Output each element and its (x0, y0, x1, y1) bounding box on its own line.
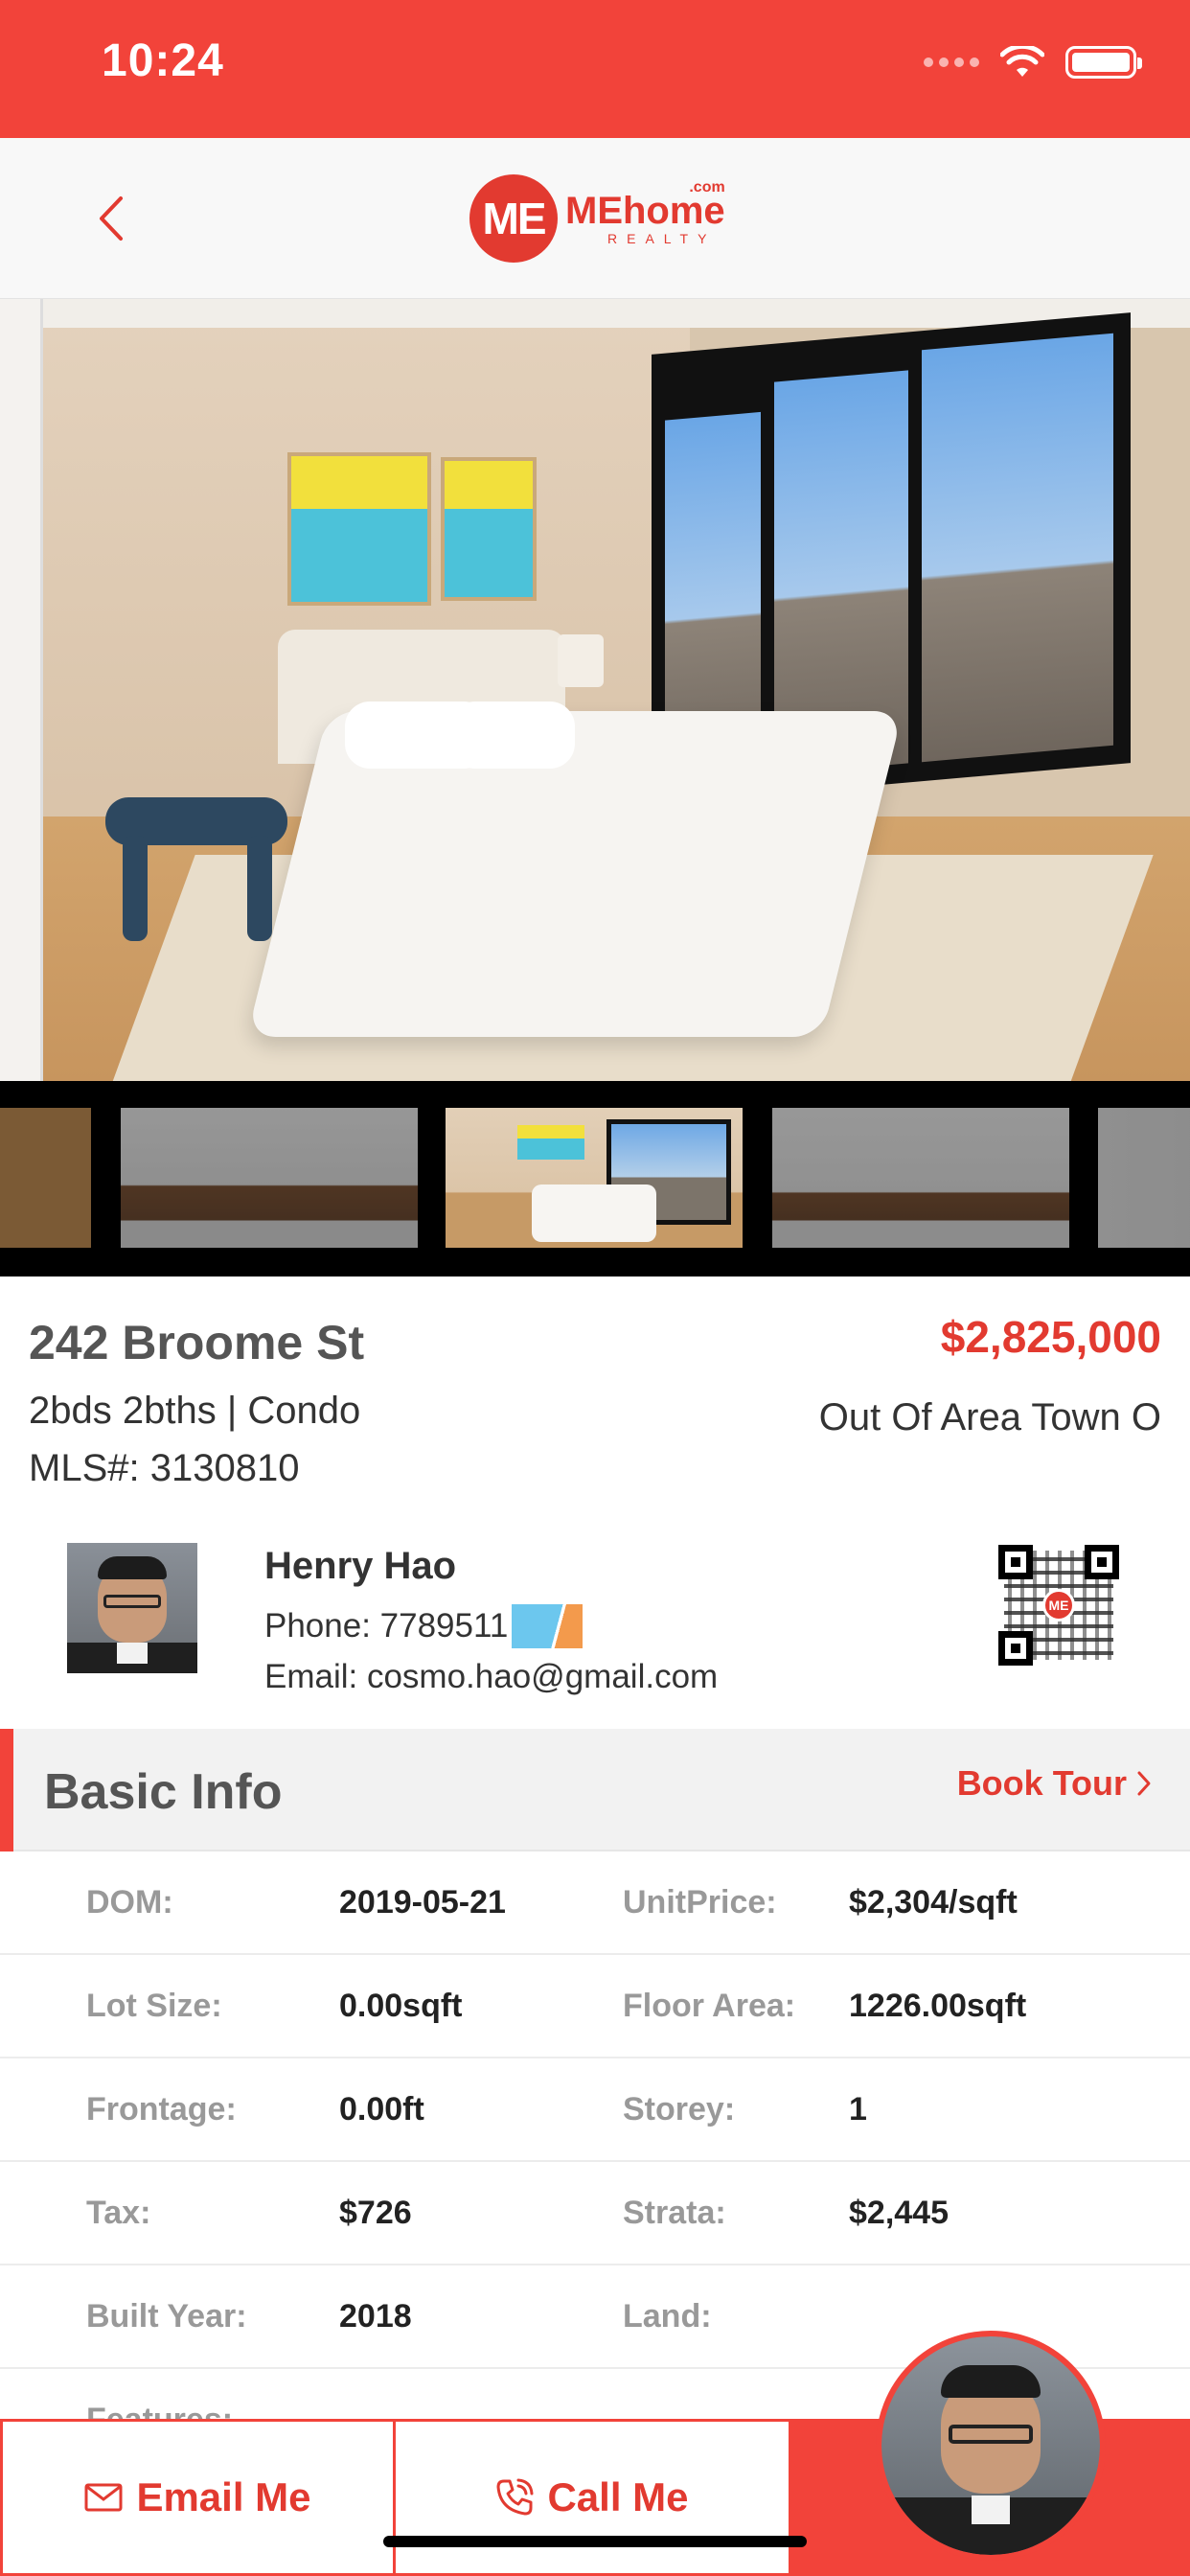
call-me-label: Call Me (547, 2474, 689, 2519)
listing-price: $2,825,000 (940, 1312, 1161, 1362)
info-label: UnitPrice: (623, 1884, 777, 1920)
listing-summary: 242 Broome St $2,825,000 2bds 2bths | Co… (0, 1276, 1190, 1535)
chevron-left-icon (100, 196, 123, 241)
phone-icon (496, 2478, 534, 2516)
logo-mark: ME (469, 174, 558, 263)
section-accent-bar (0, 1729, 13, 1852)
email-me-button[interactable]: Email Me (0, 2419, 396, 2576)
info-label: Land: (623, 2298, 712, 2334)
info-label: Lot Size: (86, 1988, 222, 2024)
agent-card: Henry Hao Phone: 7789511 Email: cosmo.ha… (0, 1535, 1190, 1729)
listing-address: 242 Broome St (29, 1316, 365, 1369)
thumbnail[interactable] (0, 1108, 91, 1248)
redaction-mark (512, 1604, 584, 1648)
status-bar: 10:24 (0, 0, 1190, 138)
agent-phone[interactable]: Phone: 7789511 (264, 1604, 584, 1648)
info-value: 1 (849, 2091, 867, 2128)
book-tour-label: Book Tour (956, 1763, 1127, 1803)
info-value: $2,445 (849, 2195, 949, 2231)
info-label: Floor Area: (623, 1988, 796, 2024)
chevron-right-icon (1137, 1771, 1151, 1796)
photo-thumbnail-strip[interactable] (0, 1081, 1190, 1276)
home-indicator[interactable] (383, 2536, 807, 2547)
agent-phone-text: Phone: 7789511 (264, 1607, 509, 1644)
listing-specs: 2bds 2bths | Condo (29, 1390, 361, 1432)
thumbnail[interactable] (1098, 1108, 1190, 1248)
info-label: Built Year: (86, 2298, 247, 2334)
info-label: Strata: (623, 2195, 726, 2231)
info-label: Tax: (86, 2195, 151, 2231)
info-row: Frontage: 0.00ft Storey: 1 (0, 2058, 1190, 2162)
info-value: $726 (339, 2195, 412, 2231)
logo-name: MEhome .com (565, 179, 725, 232)
thumbnail[interactable] (772, 1108, 1069, 1248)
section-title: Basic Info (44, 1764, 283, 1820)
agent-email[interactable]: Email: cosmo.hao@gmail.com (264, 1658, 718, 1696)
info-label: DOM: (86, 1884, 173, 1920)
email-me-label: Email Me (136, 2474, 311, 2519)
agent-chat-avatar-button[interactable] (876, 2331, 1106, 2561)
logo-subtitle: REALTY (607, 231, 717, 246)
info-row: Tax: $726 Strata: $2,445 (0, 2162, 1190, 2266)
info-label: Frontage: (86, 2091, 237, 2128)
agent-name: Henry Hao (264, 1545, 457, 1587)
info-label: Storey: (623, 2091, 736, 2128)
brand-logo: ME MEhome .com REALTY (469, 174, 725, 263)
qr-logo: ME (1042, 1589, 1075, 1622)
thumbnail-selected[interactable] (446, 1108, 743, 1248)
thumbnail[interactable] (121, 1108, 418, 1248)
info-value: 0.00ft (339, 2091, 424, 2128)
info-row: Lot Size: 0.00sqft Floor Area: 1226.00sq… (0, 1955, 1190, 2058)
status-icons (924, 46, 1142, 79)
info-value: 1226.00sqft (849, 1988, 1027, 2024)
info-value: 2019-05-21 (339, 1884, 506, 1920)
book-tour-link[interactable]: Book Tour (957, 1763, 1152, 1804)
listing-mls: MLS#: 3130810 (29, 1447, 300, 1489)
info-value: 2018 (339, 2298, 412, 2334)
listing-main-photo[interactable] (0, 299, 1190, 1081)
battery-icon (1065, 46, 1142, 79)
basic-info-header: Basic Info Book Tour (0, 1729, 1190, 1852)
info-row: DOM: 2019-05-21 UnitPrice: $2,304/sqft (0, 1852, 1190, 1955)
wifi-icon (1000, 46, 1044, 77)
listing-town: Out Of Area Town O (818, 1396, 1161, 1438)
nav-bar: ME MEhome .com REALTY (0, 138, 1190, 299)
call-me-button[interactable]: Call Me (393, 2419, 791, 2576)
mail-icon (84, 2483, 123, 2512)
agent-avatar[interactable] (67, 1543, 197, 1673)
logo-com: .com (689, 179, 725, 196)
signal-icon (924, 58, 979, 67)
info-value: 0.00sqft (339, 1988, 463, 2024)
qr-code[interactable]: ME (998, 1545, 1119, 1666)
info-value: $2,304/sqft (849, 1884, 1018, 1920)
status-time: 10:24 (102, 35, 224, 86)
back-button[interactable] (77, 180, 144, 257)
